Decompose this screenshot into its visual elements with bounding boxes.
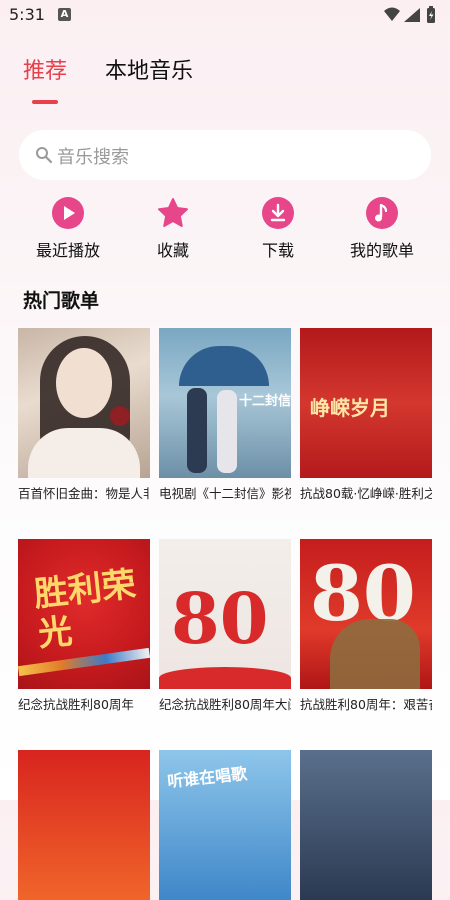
playlist-title: 电视剧《十二封信》影视原声 xyxy=(159,486,291,501)
tab-recommend[interactable]: 推荐 xyxy=(23,53,67,85)
section-title: 热门歌单 xyxy=(23,290,100,312)
playlist-card[interactable]: 80 纪念抗战胜利80周年大阅兵 xyxy=(159,539,291,715)
playlist-cover: 80 xyxy=(159,539,291,689)
playlist-card[interactable]: 峥嵘岁月 抗战80载·忆峥嵘·胜利之歌 xyxy=(300,328,432,504)
wifi-icon xyxy=(384,7,400,21)
playlist-cover xyxy=(300,750,432,900)
cover-text: 峥嵘岁月 xyxy=(310,396,390,420)
notification-icon: A xyxy=(58,8,71,21)
search-icon xyxy=(36,147,53,164)
playlist-card[interactable]: 百首怀旧金曲：物是人非事事休 xyxy=(18,328,150,504)
music-note-icon xyxy=(366,197,398,229)
playlist-title: 纪念抗战胜利80周年大阅兵 xyxy=(159,697,291,712)
cover-text: 胜利荣光 xyxy=(32,564,138,655)
playlist-cover: 胜利荣光 xyxy=(18,539,150,689)
signal-icon xyxy=(404,8,420,22)
favorites-label: 收藏 xyxy=(156,241,189,260)
status-bar: 5:31 A xyxy=(0,0,450,30)
battery-icon xyxy=(427,6,435,23)
download-label: 下载 xyxy=(261,241,294,260)
playlist-card[interactable]: 听谁在唱歌 xyxy=(159,750,291,900)
download-button[interactable]: 下载 xyxy=(228,197,328,260)
playlist-card[interactable]: 胜利荣光 纪念抗战胜利80周年 xyxy=(18,539,150,715)
playlist-cover: 峥嵘岁月 xyxy=(300,328,432,478)
playlist-card[interactable] xyxy=(18,750,150,900)
playlist-title: 百首怀旧金曲：物是人非事事休 xyxy=(18,486,150,501)
status-time: 5:31 xyxy=(9,5,45,24)
playlist-cover xyxy=(18,328,150,478)
cover-text: 听谁在唱歌 xyxy=(166,763,248,792)
favorites-button[interactable]: 收藏 xyxy=(123,197,223,260)
tab-indicator xyxy=(32,100,58,104)
star-icon xyxy=(157,197,189,229)
search-placeholder: 音乐搜索 xyxy=(57,147,129,168)
cover-text: 十二封信 xyxy=(239,394,291,409)
tab-local-music[interactable]: 本地音乐 xyxy=(105,53,193,85)
my-playlists-button[interactable]: 我的歌单 xyxy=(332,197,432,260)
download-icon xyxy=(262,197,294,229)
cover-text: 80 xyxy=(171,577,269,660)
search-bar[interactable]: 音乐搜索 xyxy=(19,130,431,180)
playlist-card[interactable]: 80 抗战胜利80周年：艰苦奋斗，砥砺前行 xyxy=(300,539,432,715)
playlist-card[interactable] xyxy=(300,750,432,900)
playlist-title: 纪念抗战胜利80周年 xyxy=(18,697,134,712)
playlist-title: 抗战80载·忆峥嵘·胜利之歌 xyxy=(300,486,432,501)
playlist-cover: 十二封信 xyxy=(159,328,291,478)
recent-play-label: 最近播放 xyxy=(35,241,100,260)
status-icons xyxy=(382,5,442,25)
my-playlists-label: 我的歌单 xyxy=(349,241,414,260)
playlist-cover: 80 xyxy=(300,539,432,689)
play-circle-icon xyxy=(52,197,84,229)
playlist-cover: 听谁在唱歌 xyxy=(159,750,291,900)
recent-play-button[interactable]: 最近播放 xyxy=(18,197,118,260)
playlist-cover xyxy=(18,750,150,900)
playlist-card[interactable]: 十二封信 电视剧《十二封信》影视原声 xyxy=(159,328,291,504)
playlist-title: 抗战胜利80周年：艰苦奋斗，砥砺前行 xyxy=(300,697,432,712)
